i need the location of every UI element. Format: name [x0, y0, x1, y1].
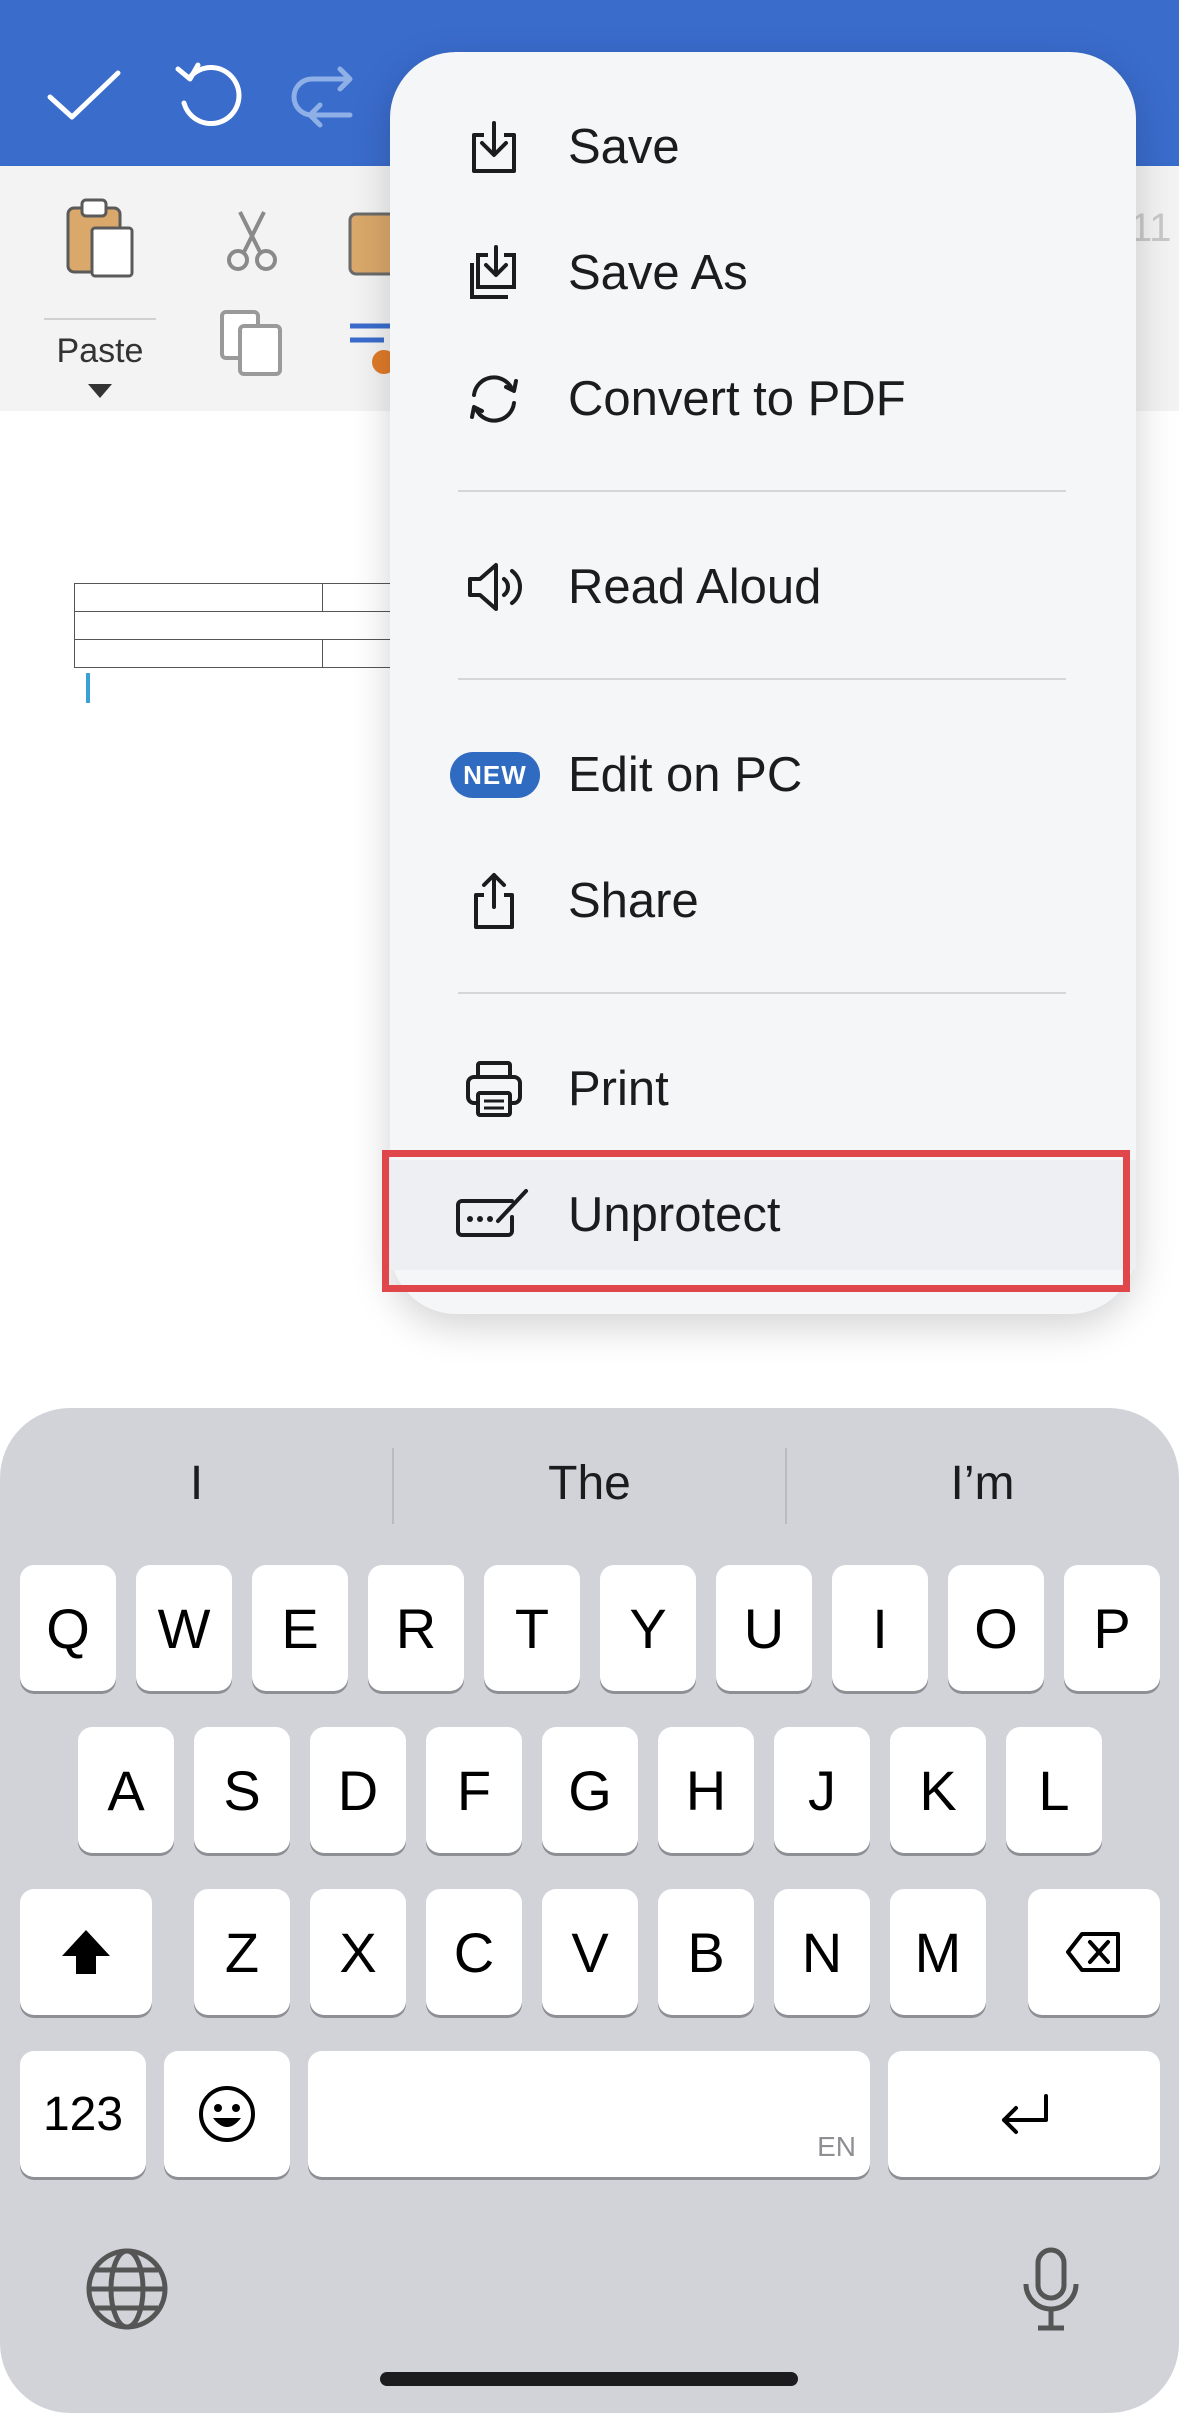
key-p[interactable]: P	[1064, 1565, 1160, 1691]
key-i[interactable]: I	[832, 1565, 928, 1691]
menu-separator	[458, 490, 1066, 492]
cut-icon[interactable]	[216, 206, 288, 278]
key-t[interactable]: T	[484, 1565, 580, 1691]
menu-separator	[458, 678, 1066, 680]
menu-item-save-as[interactable]: Save As	[390, 218, 1136, 328]
key-f[interactable]: F	[426, 1727, 522, 1853]
emoji-icon	[199, 2086, 255, 2142]
backspace-key[interactable]	[1028, 1889, 1160, 2015]
menu-item-save[interactable]: Save	[390, 92, 1136, 202]
return-key[interactable]	[888, 2051, 1160, 2177]
highlight-box	[382, 1150, 1130, 1292]
font-size-hint: 11	[1130, 206, 1172, 250]
key-h[interactable]: H	[658, 1727, 754, 1853]
prediction-3[interactable]: I’m	[786, 1408, 1179, 1558]
emoji-key[interactable]	[164, 2051, 290, 2177]
text-cursor	[86, 673, 90, 703]
backspace-icon	[1066, 1932, 1120, 1972]
numbers-key[interactable]: 123	[20, 2051, 146, 2177]
save-icon	[462, 115, 526, 179]
key-m[interactable]: M	[890, 1889, 986, 2015]
copy-icon[interactable]	[216, 306, 288, 378]
menu-item-label: Convert to PDF	[568, 372, 906, 426]
space-language-hint: EN	[817, 2131, 856, 2162]
key-o[interactable]: O	[948, 1565, 1044, 1691]
key-a[interactable]: A	[78, 1727, 174, 1853]
globe-icon[interactable]	[82, 2244, 172, 2334]
new-badge: NEW	[450, 752, 540, 798]
key-k[interactable]: K	[890, 1727, 986, 1853]
paste-caret-icon[interactable]	[88, 384, 112, 398]
paste-divider	[44, 318, 156, 320]
paste-label: Paste	[56, 332, 144, 370]
space-bar[interactable]: EN	[308, 2051, 870, 2177]
key-y[interactable]: Y	[600, 1565, 696, 1691]
menu-item-read-aloud[interactable]: Read Aloud	[390, 532, 1136, 642]
share-icon	[462, 869, 526, 933]
key-w[interactable]: W	[136, 1565, 232, 1691]
prediction-1[interactable]: I	[0, 1408, 393, 1558]
file-menu: Save Save As Convert to PDF Read Aloud N…	[390, 52, 1136, 1314]
menu-item-label: Read Aloud	[568, 560, 822, 614]
menu-item-share[interactable]: Share	[390, 846, 1136, 956]
menu-item-print[interactable]: Print	[390, 1034, 1136, 1144]
key-l[interactable]: L	[1006, 1727, 1102, 1853]
menu-item-label: Print	[568, 1062, 669, 1116]
menu-item-edit-on-pc[interactable]: NEW Edit on PC	[390, 720, 1136, 830]
key-r[interactable]: R	[368, 1565, 464, 1691]
menu-item-label: Save As	[568, 246, 748, 300]
clipboard-icon	[64, 198, 136, 278]
key-g[interactable]: G	[542, 1727, 638, 1853]
menu-item-convert-to-pdf[interactable]: Convert to PDF	[390, 344, 1136, 454]
key-x[interactable]: X	[310, 1889, 406, 2015]
menu-item-label: Share	[568, 874, 699, 928]
convert-icon	[462, 367, 526, 431]
speaker-icon	[462, 555, 526, 619]
key-u[interactable]: U	[716, 1565, 812, 1691]
redo-icon[interactable]	[290, 55, 370, 135]
checkmark-icon[interactable]	[44, 55, 124, 135]
shift-key[interactable]	[20, 1889, 152, 2015]
save-as-icon	[462, 241, 526, 305]
prediction-2[interactable]: The	[393, 1408, 786, 1558]
home-indicator	[380, 2372, 798, 2386]
key-b[interactable]: B	[658, 1889, 754, 2015]
menu-item-label: Save	[568, 120, 680, 174]
key-c[interactable]: C	[426, 1889, 522, 2015]
key-v[interactable]: V	[542, 1889, 638, 2015]
key-j[interactable]: J	[774, 1727, 870, 1853]
shift-icon	[62, 1930, 110, 1974]
key-q[interactable]: Q	[20, 1565, 116, 1691]
microphone-icon[interactable]	[1006, 2244, 1096, 2334]
key-d[interactable]: D	[310, 1727, 406, 1853]
undo-icon[interactable]	[168, 55, 248, 135]
menu-separator	[458, 992, 1066, 994]
key-e[interactable]: E	[252, 1565, 348, 1691]
key-n[interactable]: N	[774, 1889, 870, 2015]
keyboard: I The I’m Q W E R T Y U I O P A S D F G …	[0, 1408, 1179, 2413]
paste-button[interactable]: Paste	[44, 198, 156, 398]
menu-item-label: Edit on PC	[568, 748, 803, 802]
key-s[interactable]: S	[194, 1727, 290, 1853]
return-icon	[1002, 2094, 1048, 2134]
printer-icon	[462, 1057, 526, 1121]
key-z[interactable]: Z	[194, 1889, 290, 2015]
